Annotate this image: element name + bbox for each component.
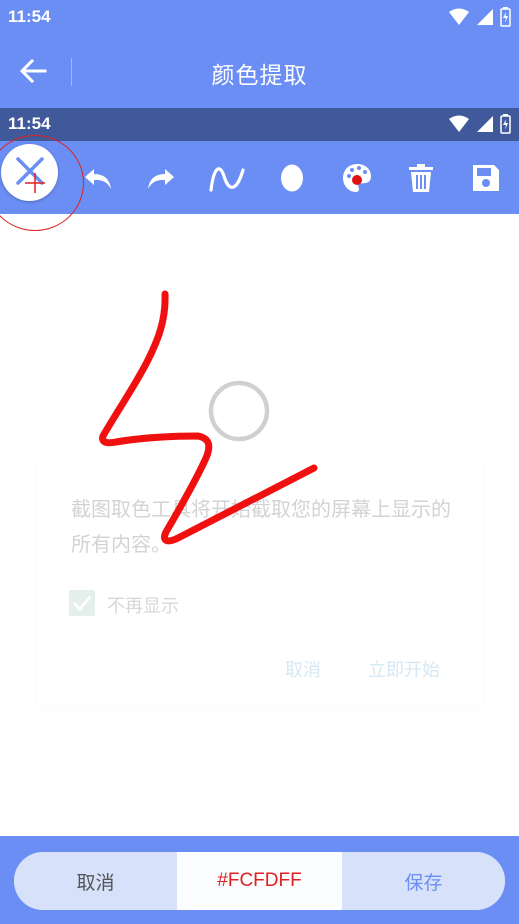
undo-button[interactable]	[78, 159, 118, 197]
status-icons	[448, 7, 511, 27]
redo-button[interactable]	[141, 159, 181, 197]
color-picker-ring[interactable]	[0, 135, 84, 231]
page-title: 颜色提取	[211, 63, 308, 89]
wifi-icon	[449, 8, 469, 25]
dont-show-again-checkbox[interactable]	[69, 590, 95, 616]
dialog-message: 截图取色工具将开始截取您的屏幕上显示的所有内容。	[71, 497, 451, 556]
undo-icon	[85, 169, 111, 189]
status-bar: 11:54	[0, 0, 519, 36]
captured-status-icons	[448, 114, 511, 134]
dialog-cancel-button[interactable]: 取消	[285, 656, 321, 682]
signal-icon	[477, 9, 493, 25]
redo-icon	[148, 169, 174, 189]
save-button[interactable]: 保存	[342, 852, 505, 910]
captured-permission-dialog: 截图取色工具将开始截取您的屏幕上显示的所有内容。 不再显示 取消 立即开始	[37, 462, 483, 705]
ellipse-icon	[281, 164, 303, 192]
checkbox-label: 不再显示	[107, 596, 179, 617]
bottom-action-bar: 取消 #FCFDFF 保存	[0, 836, 519, 924]
battery-icon	[500, 114, 511, 134]
freehand-button[interactable]	[207, 159, 247, 197]
crosshair-icon	[24, 172, 45, 193]
check-icon	[72, 596, 92, 612]
app-bar: 颜色提取	[0, 36, 519, 108]
ellipse-button[interactable]	[272, 159, 312, 197]
save-icon	[473, 165, 499, 191]
captured-status-time: 11:54	[8, 114, 51, 133]
freehand-curve-icon	[209, 167, 245, 192]
signal-icon	[477, 116, 493, 132]
delete-icon	[409, 164, 433, 192]
wifi-icon	[449, 115, 469, 132]
dialog-start-button[interactable]: 立即开始	[368, 656, 440, 682]
action-pill: 取消 #FCFDFF 保存	[14, 852, 505, 910]
status-time: 11:54	[8, 7, 51, 26]
palette-icon	[343, 164, 371, 192]
battery-icon	[500, 7, 511, 27]
save-image-button[interactable]	[466, 159, 506, 197]
picked-color-value: #FCFDFF	[177, 852, 342, 910]
color-palette-button[interactable]	[337, 159, 377, 197]
cancel-button[interactable]: 取消	[14, 852, 177, 910]
delete-button[interactable]	[401, 159, 441, 197]
